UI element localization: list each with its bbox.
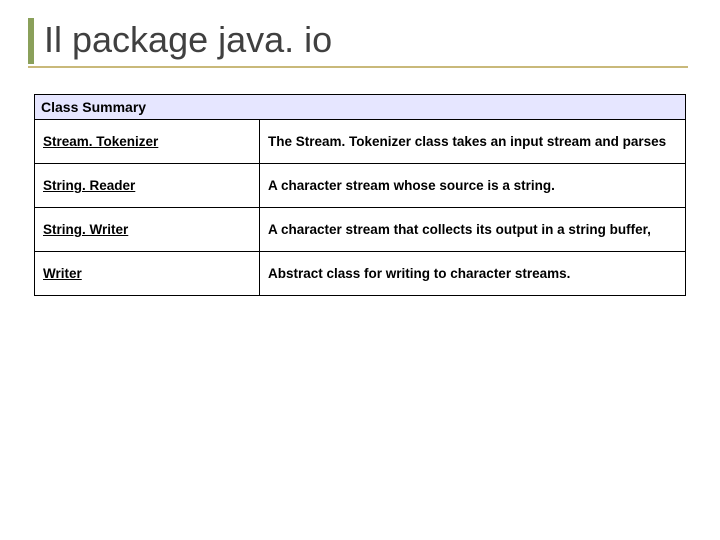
class-description: A character stream whose source is a str… [260,164,686,208]
class-description: The Stream. Tokenizer class takes an inp… [260,120,686,164]
class-link[interactable]: Stream. Tokenizer [43,134,158,149]
title-underline [28,66,688,68]
table-row: Stream. Tokenizer The Stream. Tokenizer … [35,120,686,164]
title-accent [28,18,34,64]
class-link[interactable]: String. Writer [43,222,128,237]
page-title: Il package java. io [44,18,332,64]
table-header: Class Summary [35,95,686,120]
title-block: Il package java. io [28,18,688,68]
table-row: String. Reader A character stream whose … [35,164,686,208]
class-link[interactable]: String. Reader [43,178,135,193]
slide: Il package java. io Class Summary Stream… [0,0,720,540]
class-description: Abstract class for writing to character … [260,252,686,296]
table-row: String. Writer A character stream that c… [35,208,686,252]
table-row: Writer Abstract class for writing to cha… [35,252,686,296]
class-summary-table: Class Summary Stream. Tokenizer The Stre… [34,94,686,296]
title-bar: Il package java. io [28,18,688,64]
class-link[interactable]: Writer [43,266,82,281]
class-description: A character stream that collects its out… [260,208,686,252]
